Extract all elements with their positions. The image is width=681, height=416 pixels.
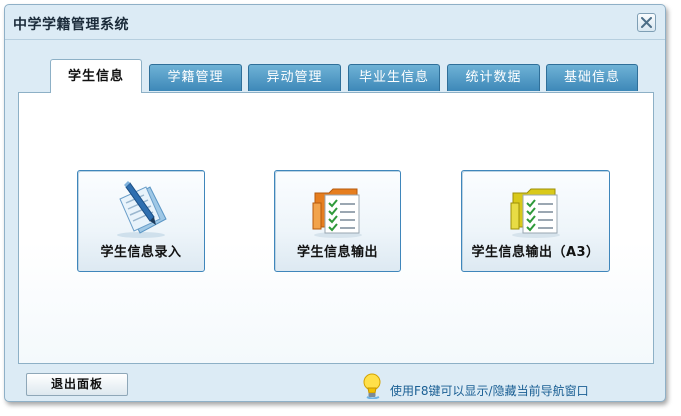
tab-student-info[interactable]: 学生信息 [50, 59, 142, 93]
document-pen-icon [110, 179, 172, 243]
tab-panel: 学生信息录入 学生信息输出 学生信息输出（A3） [18, 92, 654, 364]
tab-statistics[interactable]: 统计数据 [447, 64, 540, 91]
student-info-entry-button[interactable]: 学生信息录入 [77, 170, 205, 272]
tile-label: 学生信息录入 [100, 245, 182, 260]
hint-text: 使用F8键可以显示/隐藏当前导航窗口 [390, 384, 589, 398]
exit-panel-button[interactable]: 退出面板 [26, 373, 128, 396]
app-window: 中学学籍管理系统 学生信息 学籍管理 异动管理 毕业生信息 统计数据 基础信息 [4, 4, 666, 402]
close-icon [641, 17, 652, 28]
student-info-output-a3-button[interactable]: 学生信息输出（A3） [461, 170, 610, 272]
tab-graduates[interactable]: 毕业生信息 [348, 64, 440, 91]
lightbulb-icon [363, 373, 381, 399]
close-button[interactable] [637, 13, 656, 32]
tile-label: 学生信息输出 [296, 245, 378, 260]
folder-checklist-icon [505, 179, 567, 243]
tab-registration[interactable]: 学籍管理 [149, 64, 242, 91]
tab-basic-info[interactable]: 基础信息 [546, 64, 638, 91]
student-info-output-button[interactable]: 学生信息输出 [274, 170, 401, 272]
window-title: 中学学籍管理系统 [13, 17, 129, 33]
title-bar: 中学学籍管理系统 [5, 5, 665, 40]
tab-transfer[interactable]: 异动管理 [248, 64, 341, 91]
folder-checklist-icon [307, 179, 369, 243]
tile-label: 学生信息输出（A3） [471, 245, 600, 260]
